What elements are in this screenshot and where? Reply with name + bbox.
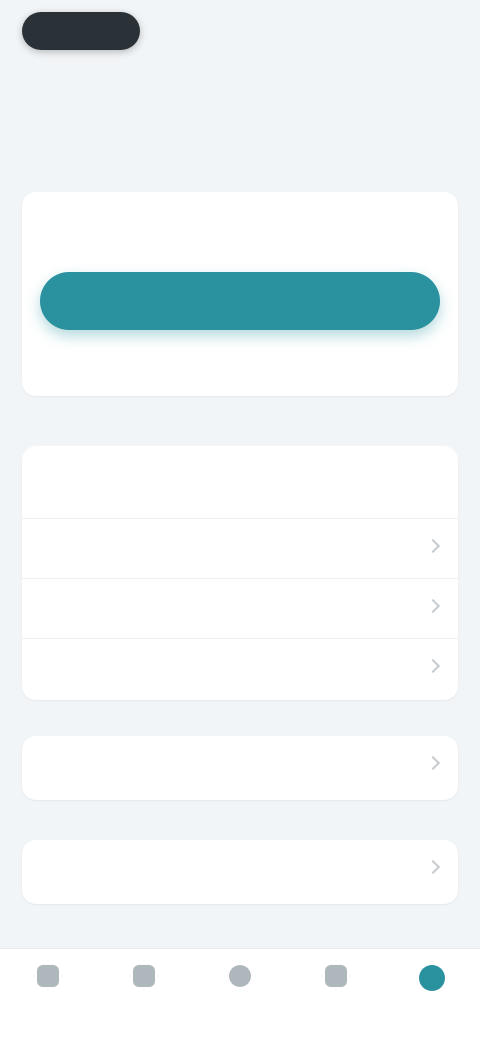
add-icon (229, 965, 251, 987)
nav-chart[interactable] (296, 965, 376, 995)
chevron-right-icon (425, 598, 441, 614)
sign-in-button[interactable] (40, 272, 440, 330)
home-icon (37, 965, 59, 987)
list-icon (133, 965, 155, 987)
dynamic-island (22, 12, 140, 50)
settings-row[interactable] (22, 578, 458, 638)
account-card (22, 192, 458, 396)
chevron-right-icon (425, 755, 441, 771)
settings-row[interactable] (22, 638, 458, 698)
chart-icon (325, 965, 347, 987)
bottom-nav (0, 948, 480, 1040)
status-bar (0, 0, 480, 64)
settings-icon (419, 965, 445, 991)
nav-settings[interactable] (392, 965, 472, 999)
nav-add[interactable] (200, 965, 280, 995)
settings-row[interactable] (22, 518, 458, 578)
chevron-right-icon (425, 658, 441, 674)
about-card[interactable] (22, 840, 458, 904)
chevron-right-icon (425, 538, 441, 554)
nav-home[interactable] (8, 965, 88, 995)
support-card[interactable] (22, 736, 458, 800)
nav-list[interactable] (104, 965, 184, 995)
chevron-right-icon (425, 859, 441, 875)
preferences-card (22, 446, 458, 700)
